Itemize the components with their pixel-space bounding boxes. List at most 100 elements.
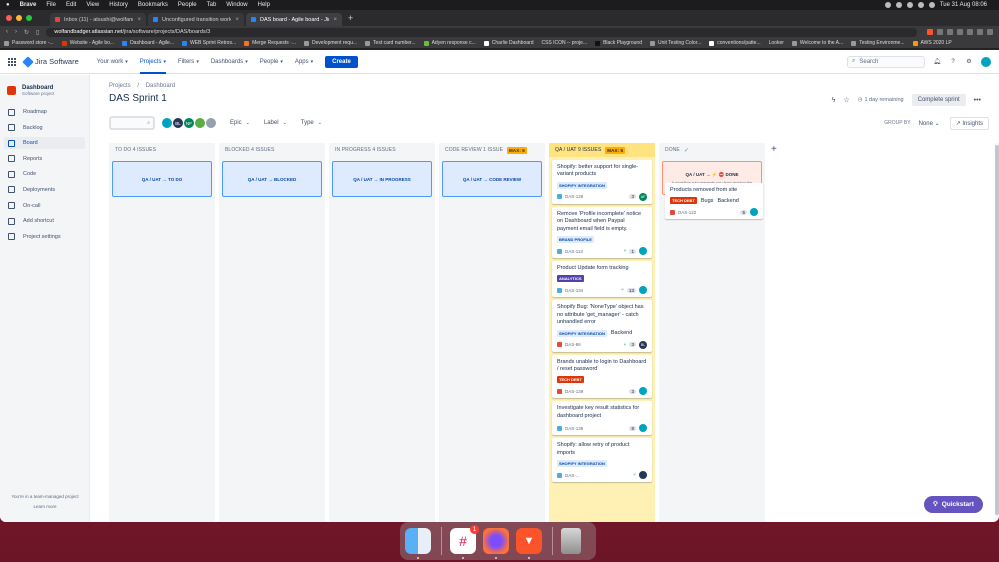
nav-people[interactable]: People ▾ [260,59,283,65]
menu-help[interactable]: Help [258,0,270,10]
lightning-icon[interactable]: ϟ [832,97,836,104]
issue-card[interactable]: Brands unable to login to Dashboard / re… [552,354,652,399]
apple-menu-icon[interactable]: ● [6,0,10,10]
learn-more-link[interactable]: Learn more [0,502,90,512]
close-window-button[interactable] [6,15,12,21]
app-menu[interactable]: Brave [20,0,37,10]
issue-key[interactable]: DAS-139 [565,389,583,394]
issue-card[interactable]: Investigate key result statistics for da… [552,401,652,436]
address-bar[interactable]: wolfandbadger.atlassian.net/jira/softwar… [46,27,917,37]
bookmark-item[interactable]: Looker [769,40,784,46]
issue-card[interactable]: Shopify: better support for single-varia… [552,160,652,204]
nav-dashboards[interactable]: Dashboards ▾ [211,59,248,65]
menu-people[interactable]: People [178,0,197,10]
browser-tab[interactable]: Inbox (11) - atsushi@wolfandbadge... × [50,13,146,26]
profile-avatar[interactable] [981,56,991,67]
issue-card[interactable]: Shopify: allow retry of product imports … [552,438,652,483]
bookmark-item[interactable]: Black Playground [595,40,642,46]
menu-icon[interactable] [987,29,993,35]
browser-tab-active[interactable]: DAS board - Agile board - Jira × [246,13,342,26]
bookmark-item[interactable]: CSS ICON -- proje... [541,40,587,46]
issue-key[interactable]: DAS-86 [565,342,581,347]
bookmark-item[interactable]: conventions/patte... [709,40,761,46]
menu-file[interactable]: File [46,0,56,10]
add-column-icon[interactable]: + [771,144,777,155]
notifications-icon[interactable]: 🔔︎ [933,58,941,66]
bookmark-item[interactable]: AWS 2020 LP [912,40,952,46]
extension-icon[interactable] [957,29,963,35]
settings-gear-icon[interactable]: ⚙ [965,58,973,66]
menu-bookmarks[interactable]: Bookmarks [138,0,168,10]
reload-icon[interactable]: ↻ [24,29,29,36]
issue-key[interactable]: DAS-... [565,473,580,478]
menu-history[interactable]: History [109,0,128,10]
assignee-avatar[interactable]: AF [639,192,647,201]
sidebar-item-code[interactable]: Code [4,168,85,180]
label-filter[interactable]: Label ⌄ [264,120,287,126]
issue-card-dragging[interactable]: Products removed from site TECH DEBT Bug… [665,183,763,220]
nav-filters[interactable]: Filters ▾ [178,59,199,65]
back-icon[interactable]: ‹ [6,29,8,35]
issue-key[interactable]: DAS-135 [565,426,583,431]
transition-dropzone[interactable]: QA / UAT → TO DO [112,161,212,197]
help-icon[interactable]: ? [949,58,957,66]
bookmark-item[interactable]: Adyen response c... [423,40,476,46]
assignee-avatar[interactable] [750,208,758,217]
wifi-icon[interactable] [917,2,924,8]
sidebar-item-backlog[interactable]: Backlog [4,122,85,134]
assignee-avatar[interactable] [639,424,647,433]
close-tab-icon[interactable]: × [235,17,239,23]
breadcrumb-dashboard[interactable]: Dashboard [146,83,175,89]
menu-tab[interactable]: Tab [207,0,217,10]
more-options-icon[interactable]: ••• [974,97,981,104]
extension-icon[interactable] [937,29,943,35]
assignee-avatar[interactable] [639,247,647,256]
sidebar-item-board[interactable]: Board [4,137,85,150]
transition-dropzone[interactable]: QA / UAT → IN PROGRESS [332,161,432,197]
bookmark-item[interactable]: Dashboard - Agile... [122,40,174,46]
bookmark-item[interactable]: Merge Requests ·... [244,40,296,46]
new-tab-button[interactable]: + [348,12,353,26]
maximize-window-button[interactable] [26,15,32,21]
browser-tab[interactable]: Unconfigured transition workflow i... × [148,13,244,26]
project-header[interactable]: Dashboard Software project [0,75,89,96]
nav-your-work[interactable]: Your work ▾ [97,59,128,65]
issue-key[interactable]: DAS-128 [565,194,583,199]
status-icon[interactable] [895,2,902,8]
finder-icon[interactable] [405,528,431,559]
board-search-input[interactable]: ⌕ [109,116,155,130]
star-icon[interactable]: ☆ [843,96,849,104]
close-tab-icon[interactable]: × [333,17,337,23]
assignee-avatar[interactable] [639,471,647,480]
battery-icon[interactable] [928,2,935,8]
bookmark-item[interactable]: Test card number... [365,40,416,46]
status-icon[interactable] [884,2,891,8]
complete-sprint-button[interactable]: Complete sprint [911,94,966,106]
bookmark-icon[interactable]: ▯ [36,29,39,36]
minimize-window-button[interactable] [16,15,22,21]
sidebar-item-on-call[interactable]: On-call [4,200,85,212]
bookmark-item[interactable]: Development requ... [304,40,357,46]
menu-edit[interactable]: Edit [66,0,76,10]
extension-icon[interactable] [947,29,953,35]
extension-icon[interactable] [967,29,973,35]
forward-icon[interactable]: › [15,29,17,35]
bookmark-item[interactable]: Unit Testing Color... [649,40,701,46]
close-tab-icon[interactable]: × [137,17,141,23]
menu-view[interactable]: View [86,0,99,10]
app-switcher-icon[interactable] [8,57,16,66]
insights-button[interactable]: ↗ Insights [949,116,989,130]
menu-window[interactable]: Window [226,0,247,10]
breadcrumb-projects[interactable]: Projects [109,83,131,89]
bookmark-item[interactable]: Welcome to the A... [791,40,843,46]
avatar-filter-unassigned[interactable] [205,117,217,129]
extension-icon[interactable] [977,29,983,35]
issue-card[interactable]: Remove 'Profile incomplete' notice on Da… [552,206,652,259]
create-button[interactable]: Create [325,55,358,68]
epic-filter[interactable]: Epic ⌄ [230,120,250,126]
quickstart-button[interactable]: 💡︎ Quickstart [924,496,983,513]
issue-card[interactable]: Shopify Bug: 'NoneType' object has no at… [552,300,652,352]
brave-browser-icon[interactable]: ▼ [516,528,542,559]
sidebar-item-deployments[interactable]: Deployments [4,184,85,196]
issue-card[interactable]: Product Update form tracking ANALYTICS D… [552,261,652,298]
